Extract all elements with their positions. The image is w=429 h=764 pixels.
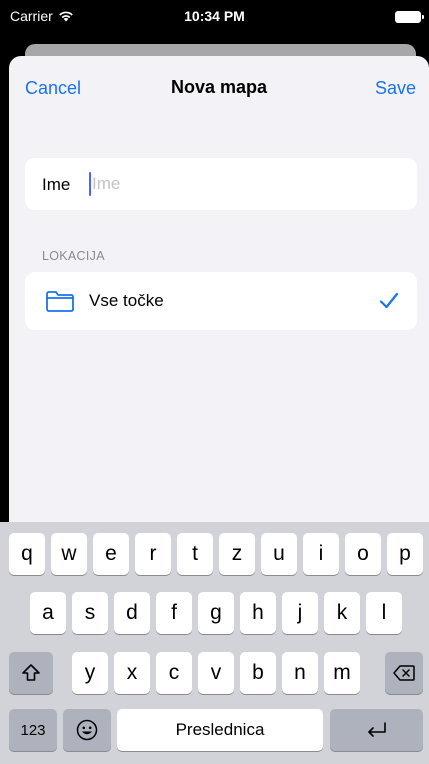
key-s[interactable]: s	[72, 592, 108, 634]
location-label: Vse točke	[89, 291, 164, 310]
key-t[interactable]: t	[177, 533, 213, 575]
location-row-all-points[interactable]: Vse točke	[25, 272, 417, 330]
backspace-icon	[393, 665, 415, 681]
key-a[interactable]: a	[30, 592, 66, 634]
key-u[interactable]: u	[261, 533, 297, 575]
key-y[interactable]: y	[72, 652, 108, 694]
key-b[interactable]: b	[240, 652, 276, 694]
navigation-bar: Cancel Nova mapa Save	[9, 56, 429, 120]
space-key[interactable]: Preslednica	[117, 709, 323, 751]
key-h[interactable]: h	[240, 592, 276, 634]
emoji-icon	[76, 719, 98, 741]
key-v[interactable]: v	[198, 652, 234, 694]
emoji-key[interactable]	[63, 709, 111, 751]
key-e[interactable]: e	[93, 533, 129, 575]
name-field-row[interactable]: Ime	[25, 158, 417, 210]
key-z[interactable]: z	[219, 533, 255, 575]
shift-icon	[22, 664, 40, 681]
key-w[interactable]: w	[51, 533, 87, 575]
numbers-key[interactable]: 123	[9, 709, 57, 751]
key-g[interactable]: g	[198, 592, 234, 634]
key-p[interactable]: p	[387, 533, 423, 575]
return-icon	[367, 722, 386, 737]
backspace-key[interactable]	[385, 652, 423, 694]
return-key[interactable]	[330, 709, 423, 751]
shift-key[interactable]	[9, 652, 53, 694]
battery-icon	[395, 11, 424, 23]
key-r[interactable]: r	[135, 533, 171, 575]
key-o[interactable]: o	[345, 533, 381, 575]
text-caret	[89, 172, 91, 196]
key-k[interactable]: k	[324, 592, 360, 634]
key-q[interactable]: q	[9, 533, 45, 575]
name-input[interactable]	[92, 172, 392, 196]
status-bar: Carrier 10:34 PM	[0, 0, 429, 34]
key-n[interactable]: n	[282, 652, 318, 694]
name-field-label: Ime	[42, 175, 71, 194]
checkmark-icon	[379, 292, 399, 309]
key-d[interactable]: d	[114, 592, 150, 634]
status-time: 10:34 PM	[184, 8, 245, 24]
key-i[interactable]: i	[303, 533, 339, 575]
key-f[interactable]: f	[156, 592, 192, 634]
keyboard: qwertzuiop asdfghjkl yxcvbnm 123 Presled…	[0, 522, 429, 764]
location-section-header: LOKACIJA	[42, 249, 105, 263]
page-title: Nova mapa	[170, 77, 268, 97]
screen: Carrier 10:34 PM Cancel Nova mapa Save I…	[0, 0, 429, 764]
save-button[interactable]: Save	[375, 78, 416, 99]
key-x[interactable]: x	[114, 652, 150, 694]
folder-icon	[46, 291, 74, 312]
key-c[interactable]: c	[156, 652, 192, 694]
key-j[interactable]: j	[282, 592, 318, 634]
key-m[interactable]: m	[324, 652, 360, 694]
key-l[interactable]: l	[366, 592, 402, 634]
